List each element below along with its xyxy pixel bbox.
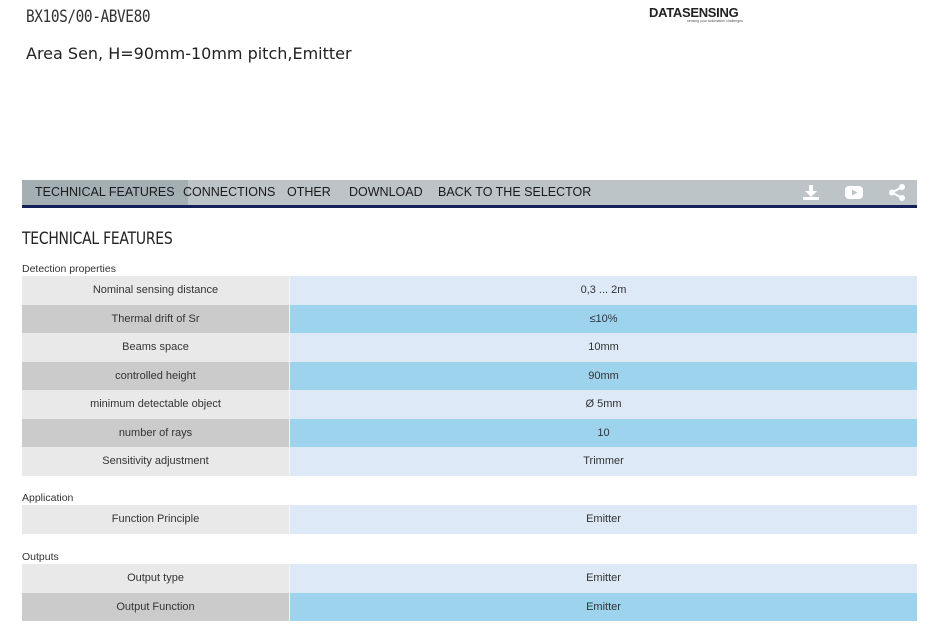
- logo-tagline: sensing your automation challenges: [687, 19, 743, 23]
- table-row: Output type Emitter: [22, 564, 917, 593]
- row-value: 90mm: [290, 361, 917, 390]
- row-value: Emitter: [290, 592, 917, 621]
- table-row: Sensitivity adjustment Trimmer: [22, 447, 917, 476]
- table-row: number of rays 10: [22, 418, 917, 447]
- table-row: Beams space 10mm: [22, 333, 917, 362]
- detection-properties-table: Nominal sensing distance 0,3 ... 2m Ther…: [22, 276, 917, 476]
- tab-connections[interactable]: CONNECTIONS: [183, 180, 275, 205]
- tab-bar: TECHNICAL FEATURES CONNECTIONS OTHER DOW…: [22, 180, 917, 208]
- logo-text: DATASENSING: [649, 5, 739, 20]
- row-value: Ø 5mm: [290, 390, 917, 419]
- table-row: Nominal sensing distance 0,3 ... 2m: [22, 276, 917, 305]
- download-icon[interactable]: [802, 184, 820, 201]
- tab-other[interactable]: OTHER: [287, 180, 331, 205]
- datasensing-logo[interactable]: DATASENSING sensing your automation chal…: [649, 5, 743, 26]
- row-label: controlled height: [22, 361, 290, 390]
- row-label: Sensitivity adjustment: [22, 447, 290, 476]
- group-label-application: Application: [22, 492, 74, 504]
- group-label-outputs: Outputs: [22, 551, 59, 563]
- product-description: Area Sen, H=90mm-10mm pitch,Emitter: [26, 44, 352, 63]
- row-label: number of rays: [22, 418, 290, 447]
- row-value: Emitter: [290, 505, 917, 534]
- table-row: Thermal drift of Sr ≤10%: [22, 304, 917, 333]
- row-label: Thermal drift of Sr: [22, 304, 290, 333]
- section-title: TECHNICAL FEATURES: [22, 229, 173, 249]
- table-row: minimum detectable object Ø 5mm: [22, 390, 917, 419]
- table-row: Function Principle Emitter: [22, 505, 917, 534]
- outputs-table: Output type Emitter Output Function Emit…: [22, 564, 917, 621]
- row-value: Trimmer: [290, 447, 917, 476]
- tab-back-to-selector[interactable]: BACK TO THE SELECTOR: [438, 180, 591, 205]
- tab-technical-features[interactable]: TECHNICAL FEATURES: [22, 180, 188, 205]
- product-code: BX10S/00-ABVE80: [26, 7, 151, 27]
- row-label: Beams space: [22, 333, 290, 362]
- tab-download[interactable]: DOWNLOAD: [349, 180, 423, 205]
- row-value: 10mm: [290, 333, 917, 362]
- row-label: Output Function: [22, 592, 290, 621]
- row-value: 10: [290, 418, 917, 447]
- share-icon[interactable]: [888, 184, 906, 201]
- row-value: ≤10%: [290, 304, 917, 333]
- application-table: Function Principle Emitter: [22, 505, 917, 534]
- row-label: Nominal sensing distance: [22, 276, 290, 305]
- row-value: 0,3 ... 2m: [290, 276, 917, 305]
- row-label: Output type: [22, 564, 290, 593]
- group-label-detection-properties: Detection properties: [22, 263, 116, 275]
- row-value: Emitter: [290, 564, 917, 593]
- row-label: Function Principle: [22, 505, 290, 534]
- row-label: minimum detectable object: [22, 390, 290, 419]
- youtube-icon[interactable]: [845, 184, 863, 201]
- table-row: Output Function Emitter: [22, 592, 917, 621]
- table-row: controlled height 90mm: [22, 361, 917, 390]
